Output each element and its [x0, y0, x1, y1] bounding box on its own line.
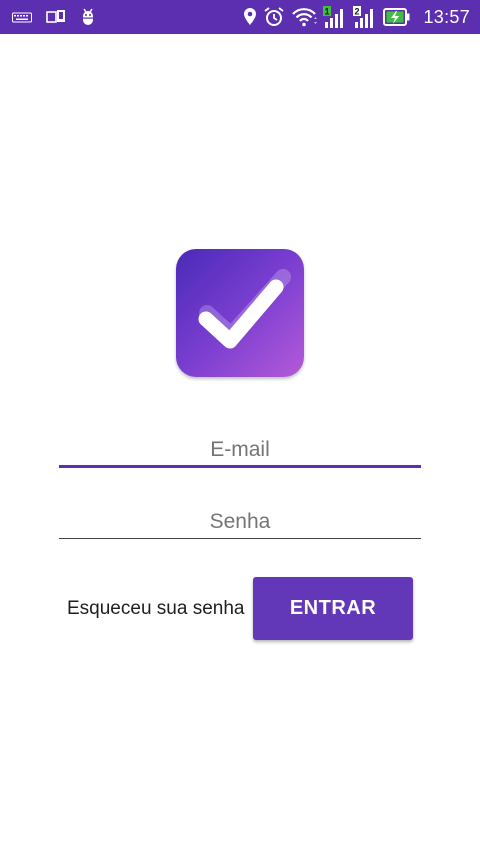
email-field-wrapper	[59, 434, 421, 468]
email-field-underline	[59, 465, 421, 468]
battery-charging-icon	[383, 8, 411, 26]
app-logo	[176, 249, 304, 377]
sim1-label: 1	[325, 7, 330, 17]
signal-sim1-icon: 1	[323, 6, 347, 28]
status-bar: 1 2 13:57	[0, 0, 480, 34]
wifi-icon	[291, 7, 318, 27]
android-debug-icon	[80, 7, 96, 27]
checkmark-icon	[198, 269, 291, 349]
sim2-label: 2	[355, 7, 360, 17]
status-time: 13:57	[423, 6, 470, 27]
alarm-icon	[263, 6, 285, 28]
signal-sim2-icon: 2	[353, 6, 377, 28]
email-field[interactable]	[59, 434, 421, 468]
enter-button[interactable]: ENTRAR	[253, 577, 413, 640]
password-field-underline	[59, 538, 421, 539]
password-field-wrapper	[59, 506, 421, 540]
status-bar-right: 1 2 13:57	[243, 6, 470, 28]
status-bar-left	[12, 6, 96, 28]
location-icon	[243, 7, 257, 27]
screen-cast-icon	[46, 9, 66, 25]
password-field[interactable]	[59, 506, 421, 540]
forgot-password-link[interactable]: Esqueceu sua senha	[67, 598, 244, 620]
keyboard-icon	[12, 10, 32, 24]
